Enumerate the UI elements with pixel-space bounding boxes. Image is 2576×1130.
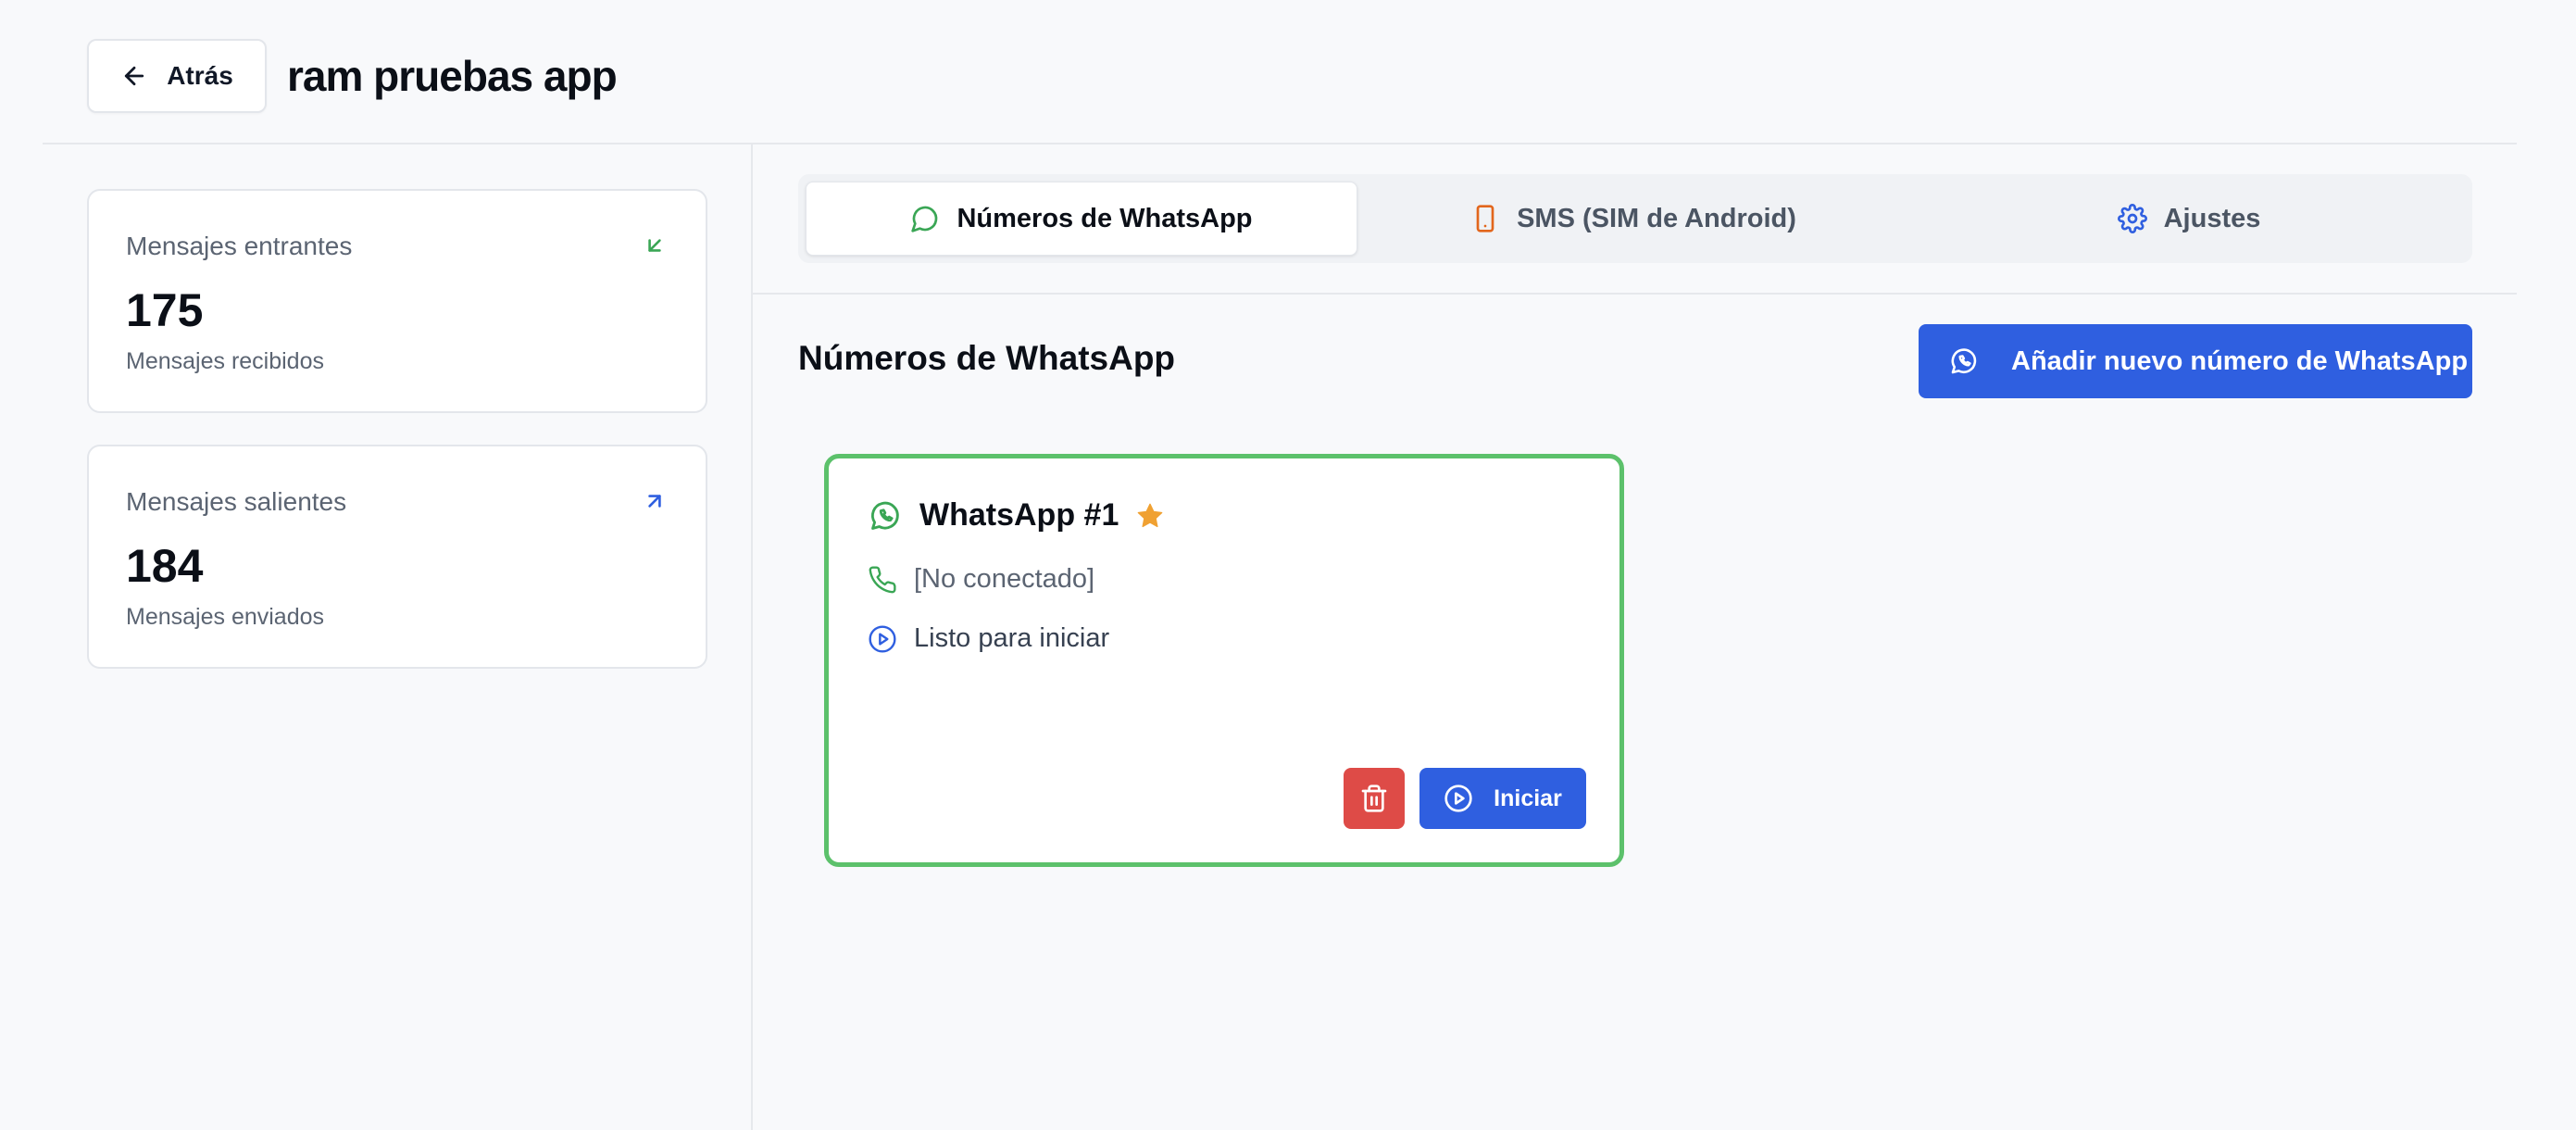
tabs: Números de WhatsApp SMS (SIM de Android)… [798,174,2472,263]
incoming-sub: Mensajes recibidos [126,348,324,374]
message-circle-icon [911,206,938,232]
phone-number: [No conectado] [914,564,1095,594]
whatsapp-icon [871,501,899,530]
add-button-label: Añadir nuevo número de WhatsApp [2011,345,2469,376]
tab-label: Números de WhatsApp [957,203,1253,233]
outgoing-label: Mensajes salientes [126,487,347,516]
back-button[interactable]: Atrás [87,39,267,113]
start-button-label: Iniciar [1494,785,1562,811]
tabs-divider [753,293,2517,295]
whatsapp-icon [1951,348,1977,374]
incoming-label: Mensajes entrantes [126,232,353,260]
phone-icon [869,565,896,593]
header: Atrás ram pruebas app [0,0,2576,144]
page-title: ram pruebas app [287,52,618,100]
card-status-row: Listo para iniciar [868,623,1109,654]
trash-icon [1361,785,1387,812]
incoming-value: 175 [126,284,204,336]
whatsapp-number-card[interactable]: WhatsApp #1 [No conectado] Listo para in… [824,454,1624,867]
back-button-label: Atrás [167,61,233,90]
gear-icon [2117,204,2147,233]
outgoing-value: 184 [126,540,204,592]
tab-whatsapp-numbers[interactable]: Números de WhatsApp [806,182,1357,256]
incoming-messages-card: Mensajes entrantes 175 Mensajes recibido… [87,189,707,413]
arrow-up-right-icon [648,495,661,508]
card-title-row: WhatsApp #1 [868,497,1165,534]
smartphone-icon [1476,205,1494,232]
outgoing-messages-card: Mensajes salientes 184 Mensajes enviados [87,445,707,669]
start-button[interactable]: Iniciar [1419,768,1586,829]
play-circle-icon [869,624,896,653]
star-icon[interactable] [1135,501,1165,531]
page: Atrás ram pruebas app Mensajes entrantes… [0,0,2576,1130]
add-whatsapp-number-button[interactable]: Añadir nuevo número de WhatsApp [1919,324,2472,398]
play-circle-icon [1444,785,1472,812]
delete-button[interactable] [1344,768,1405,829]
tab-label: Ajustes [2163,203,2261,233]
status-text: Listo para iniciar [914,623,1110,653]
section-title: Números de WhatsApp [798,339,1176,377]
whatsapp-name: WhatsApp #1 [919,497,1119,533]
tab-label: SMS (SIM de Android) [1517,203,1796,233]
header-divider [43,143,2517,144]
card-phone-row: [No conectado] [868,564,1094,595]
arrow-down-left-icon [648,239,661,252]
tab-sms[interactable]: SMS (SIM de Android) [1357,182,1909,256]
arrow-left-icon [125,66,144,86]
outgoing-sub: Mensajes enviados [126,604,325,630]
tab-settings[interactable]: Ajustes [1913,182,2465,256]
